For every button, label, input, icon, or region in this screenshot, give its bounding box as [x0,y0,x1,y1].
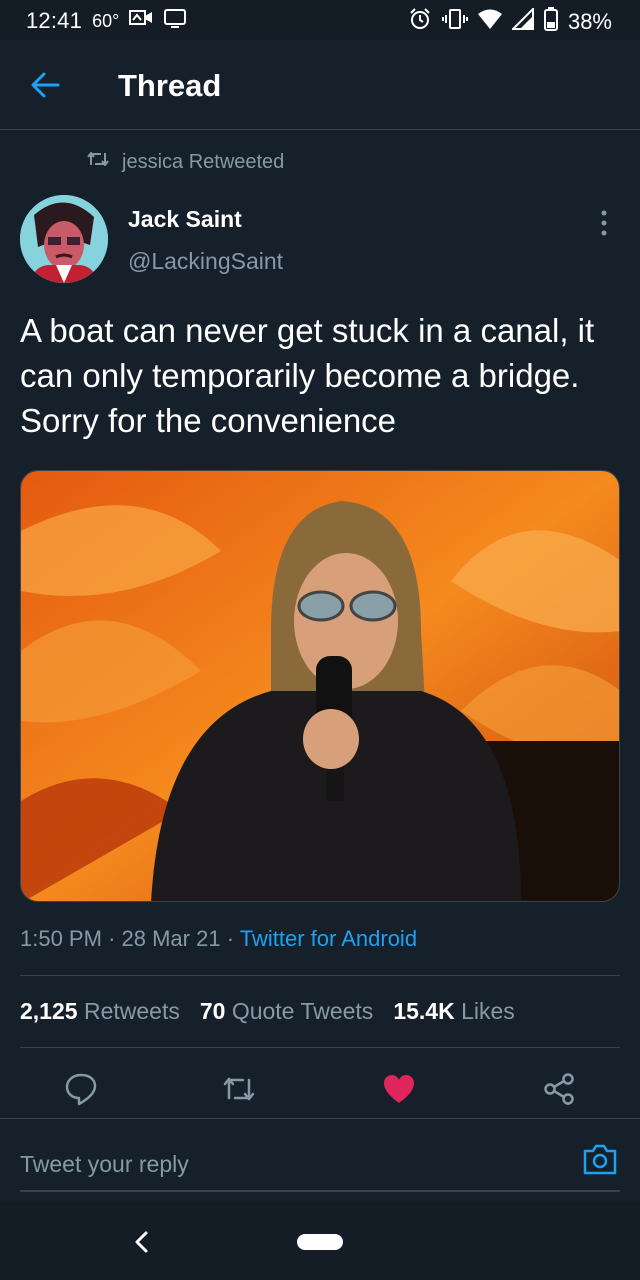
likes-stat[interactable]: 15.4K Likes [393,998,514,1025]
arrow-left-icon[interactable] [30,70,60,100]
tweet-time: 1:50 PM [20,926,102,951]
retweeted-by-text: jessica Retweeted [122,150,285,173]
retweet-icon [86,150,110,174]
quotes-label: Quote Tweets [231,998,374,1024]
tweet-stats: 2,125 Retweets 70 Quote Tweets 15.4K Lik… [20,998,515,1025]
video-call-icon [129,8,153,34]
reply-icon[interactable] [64,1072,98,1106]
retweets-label: Retweets [83,998,180,1024]
status-temperature: 60° [92,10,120,31]
nav-home-pill[interactable] [297,1234,343,1250]
avatar[interactable] [20,195,108,283]
tweet-meta: 1:50 PM · 28 Mar 21 · Twitter for Androi… [20,926,417,952]
quotes-count: 70 [199,998,226,1024]
more-options-icon[interactable] [592,210,616,236]
share-icon[interactable] [542,1072,576,1106]
status-bar: 12:41 60° 38% [0,0,640,40]
retweets-stat[interactable]: 2,125 Retweets [20,998,180,1025]
author-name[interactable]: Jack Saint [128,206,242,233]
retweets-count: 2,125 [20,998,78,1024]
tweet-source-link[interactable]: Twitter for Android [240,926,417,951]
tweet-actions [0,1064,640,1114]
camera-icon[interactable] [582,1142,618,1176]
tweet-image[interactable] [20,470,620,902]
meta-separator: · [108,926,116,951]
tweet-text: A boat can never get stuck in a canal, i… [20,312,595,439]
divider [20,975,620,976]
nav-back-icon[interactable] [130,1229,154,1255]
cast-icon [163,8,187,34]
thread-header: Thread [0,40,640,130]
divider [20,1047,620,1048]
alarm-icon [408,7,432,37]
retweet-icon[interactable] [222,1072,256,1106]
likes-label: Likes [461,998,515,1024]
tweet-date: 28 Mar 21 [121,926,221,951]
reply-input[interactable] [20,1144,560,1184]
signal-icon [510,6,534,36]
page-title: Thread [118,68,222,103]
retweeted-by[interactable]: jessica Retweeted [86,150,284,174]
quote-tweets-stat[interactable]: 70 Quote Tweets [200,998,373,1025]
battery-icon [543,7,558,37]
likes-count: 15.4K [393,998,455,1024]
reply-composer [20,1144,620,1192]
heart-icon[interactable] [382,1072,416,1106]
vibrate-icon [441,7,468,37]
meta-separator: · [226,926,235,951]
battery-percent: 38% [567,9,612,34]
divider [0,1118,640,1119]
status-time: 12:41 [26,8,83,33]
wifi-icon [477,8,502,36]
author-handle[interactable]: @LackingSaint [128,248,283,275]
